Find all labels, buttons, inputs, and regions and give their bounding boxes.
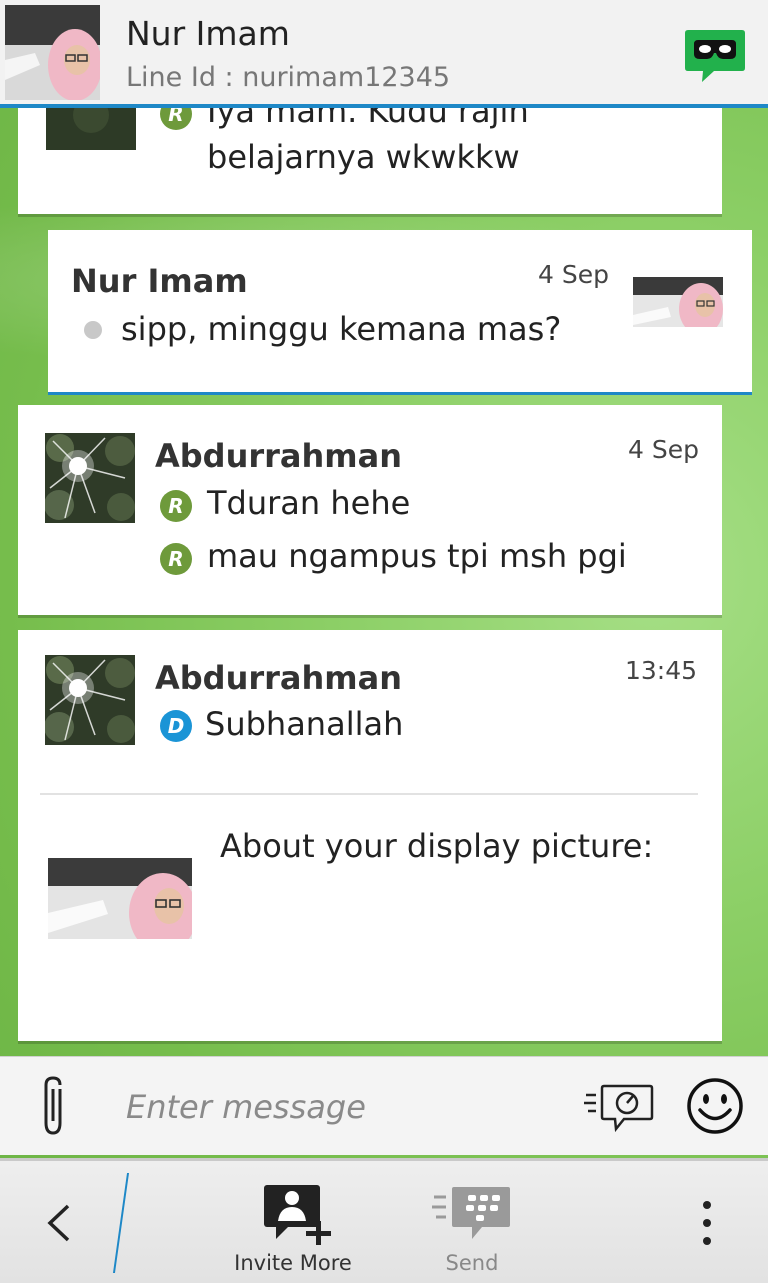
message-card[interactable]: R Iya mam. Kudu rajin belajarnya wkwkkw xyxy=(18,60,722,214)
message-input[interactable] xyxy=(124,1079,548,1135)
sender-avatar[interactable] xyxy=(45,433,135,523)
message-card-own[interactable]: Nur Imam 4 Sep sipp, minggu kemana mas? xyxy=(48,230,752,395)
sender-avatar[interactable] xyxy=(45,655,135,745)
contact-line-id: Line Id : nurimam12345 xyxy=(126,62,451,93)
message-time: 4 Sep xyxy=(538,260,609,289)
sender-name: Abdurrahman xyxy=(155,659,403,697)
message-text: belajarnya wkwkkw xyxy=(207,138,520,176)
back-divider xyxy=(112,1173,130,1273)
more-vertical-icon[interactable] xyxy=(698,1199,716,1247)
message-text: Subhanallah xyxy=(205,705,404,743)
message-composer xyxy=(0,1056,768,1155)
sender-name: Abdurrahman xyxy=(155,437,403,475)
read-status-badge: R xyxy=(160,490,192,522)
smiley-icon[interactable] xyxy=(686,1077,744,1135)
message-time: 4 Sep xyxy=(628,435,699,464)
masked-chat-icon[interactable] xyxy=(684,28,746,84)
contact-name: Nur Imam xyxy=(126,14,290,53)
message-text: sipp, minggu kemana mas? xyxy=(121,310,562,348)
own-avatar[interactable] xyxy=(633,277,723,327)
bbm-send-icon[interactable] xyxy=(432,1183,512,1249)
attachment-caption: About your display picture: xyxy=(220,827,654,865)
divider xyxy=(40,793,698,795)
invite-more-label[interactable]: Invite More xyxy=(213,1251,373,1275)
message-card[interactable]: Abdurrahman 13:45 D Subhanallah About yo… xyxy=(18,630,722,1041)
chat-header[interactable]: Nur Imam Line Id : nurimam12345 xyxy=(0,0,768,108)
invite-more-icon[interactable] xyxy=(262,1183,336,1249)
display-picture-thumbnail[interactable] xyxy=(48,858,192,939)
contact-avatar[interactable] xyxy=(5,5,100,100)
message-text: mau ngampus tpi msh pgi xyxy=(207,537,627,575)
read-status-badge: R xyxy=(160,543,192,575)
action-bar: Invite More Send xyxy=(0,1158,768,1283)
chevron-left-icon[interactable] xyxy=(44,1203,74,1243)
ping-icon[interactable] xyxy=(582,1083,654,1133)
pending-status-dot xyxy=(84,321,102,339)
message-card[interactable]: Abdurrahman 4 Sep R Tduran hehe R mau ng… xyxy=(18,405,722,615)
sender-name: Nur Imam xyxy=(71,262,248,300)
message-text: Tduran hehe xyxy=(207,484,411,522)
message-time: 13:45 xyxy=(625,656,698,685)
paperclip-icon[interactable] xyxy=(34,1073,72,1139)
delivered-status-badge: D xyxy=(160,710,192,742)
send-label[interactable]: Send xyxy=(392,1251,552,1275)
